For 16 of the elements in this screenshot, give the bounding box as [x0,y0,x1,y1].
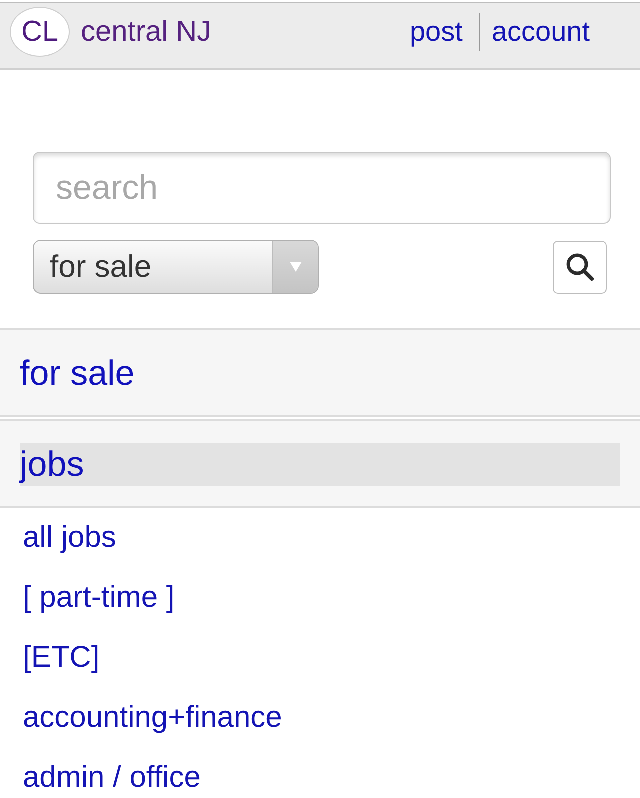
header-link[interactable]: account [492,16,590,48]
category-link[interactable]: [ part-time ] [23,580,175,616]
caret-icon [272,241,318,293]
search-field[interactable]: search [33,152,611,224]
category-link[interactable]: admin / office [23,760,201,796]
section-title[interactable]: jobs [20,443,620,486]
location-link[interactable]: central NJ [81,16,212,48]
category-link[interactable]: all jobs [23,520,116,556]
section-title[interactable]: for sale [20,352,620,395]
header-link[interactable]: post [410,16,463,48]
category-link[interactable]: accounting+finance [23,700,282,736]
search-button[interactable] [553,240,607,294]
cl-logo[interactable]: CL [10,7,70,57]
category-link[interactable]: [ETC] [23,640,100,676]
category-select[interactable]: for sale [33,240,319,294]
search-icon [565,252,595,282]
